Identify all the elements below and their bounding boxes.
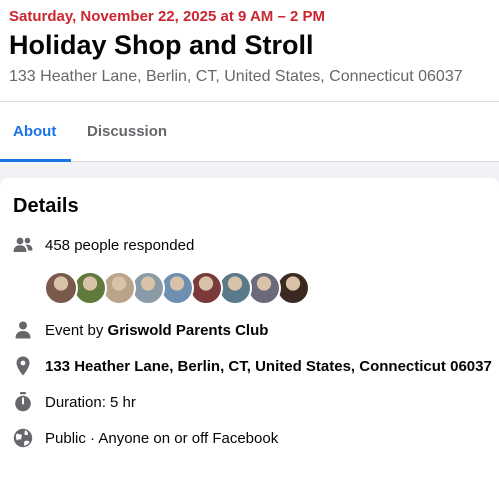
people-icon (12, 234, 34, 256)
globe-icon (12, 427, 34, 449)
privacy-row: Public · Anyone on or off Facebook (12, 426, 278, 450)
attendee-avatar[interactable] (247, 271, 281, 305)
details-card: Details 458 people responded Event by Gr… (0, 178, 499, 478)
attendee-avatar[interactable] (44, 271, 78, 305)
privacy-text: Public · Anyone on or off Facebook (45, 429, 279, 447)
duration-text: Duration: 5 hr (45, 393, 136, 411)
attendee-avatar[interactable] (131, 271, 165, 305)
attendee-avatar[interactable] (73, 271, 107, 305)
person-icon (12, 319, 34, 341)
truncated-description (30, 452, 350, 458)
responded-row[interactable]: 458 people responded (12, 233, 194, 257)
duration-row: Duration: 5 hr (12, 390, 136, 414)
event-by-label: Event by (45, 321, 108, 339)
stopwatch-icon (12, 391, 34, 413)
event-header: Saturday, November 22, 2025 at 9 AM – 2 … (0, 0, 499, 102)
event-title: Holiday Shop and Stroll (9, 30, 314, 60)
event-by-row: Event by Griswold Parents Club (12, 318, 268, 342)
attendee-avatar[interactable] (189, 271, 223, 305)
tab-discussion[interactable]: Discussion (87, 102, 167, 161)
details-heading: Details (13, 195, 79, 217)
location-link[interactable]: 133 Heather Lane, Berlin, CT, United Sta… (45, 358, 492, 375)
location-row[interactable]: 133 Heather Lane, Berlin, CT, United Sta… (12, 354, 492, 378)
attendee-avatar[interactable] (218, 271, 252, 305)
location-pin-icon (12, 355, 34, 377)
attendee-avatar[interactable] (160, 271, 194, 305)
attendee-avatar[interactable] (276, 271, 310, 305)
tab-bar: About Discussion (0, 102, 499, 162)
event-date: Saturday, November 22, 2025 at 9 AM – 2 … (9, 8, 325, 25)
event-address[interactable]: 133 Heather Lane, Berlin, CT, United Sta… (9, 68, 463, 86)
active-tab-indicator (0, 159, 71, 162)
organizer-link[interactable]: Griswold Parents Club (108, 322, 269, 339)
tab-about[interactable]: About (13, 102, 56, 161)
attendee-avatar[interactable] (102, 271, 136, 305)
attendee-avatars[interactable] (44, 271, 310, 305)
responded-count: 458 people responded (45, 236, 195, 254)
